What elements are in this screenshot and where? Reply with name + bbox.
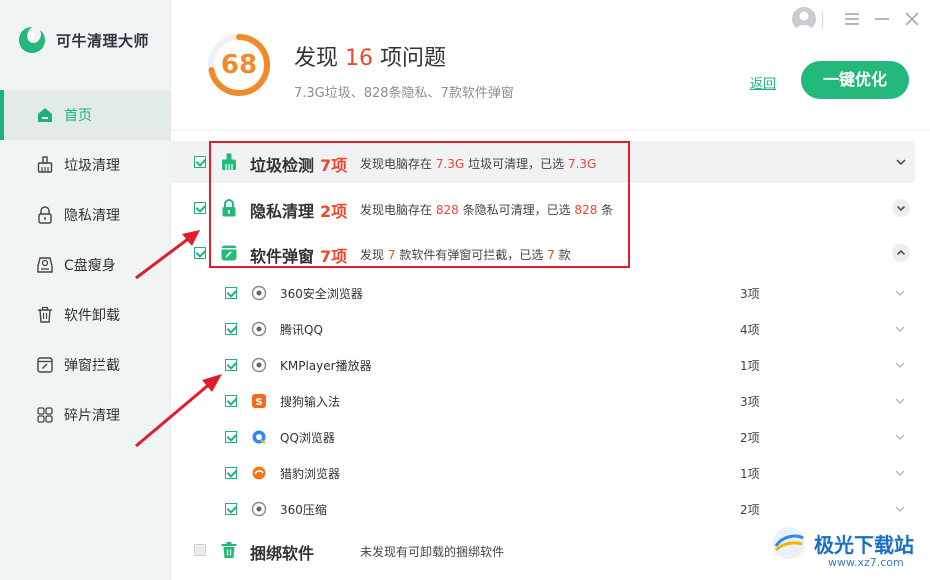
logo-icon bbox=[19, 27, 45, 53]
qq-icon bbox=[251, 321, 267, 337]
sidebar-item-label: 软件卸载 bbox=[64, 308, 120, 324]
software-name: 腾讯QQ bbox=[280, 323, 323, 337]
chevron-down-icon[interactable] bbox=[894, 288, 906, 298]
watermark-url: www.xz7.com bbox=[828, 556, 904, 569]
trash-icon bbox=[221, 542, 237, 558]
disk-icon bbox=[37, 257, 53, 273]
sidebar-item-junk-clean[interactable]: 垃圾清理 bbox=[0, 140, 170, 190]
software-name: KMPlayer播放器 bbox=[280, 359, 372, 373]
close-icon[interactable] bbox=[904, 11, 920, 27]
annotation-arrow-icon bbox=[135, 374, 222, 448]
software-checkbox[interactable] bbox=[225, 503, 237, 515]
title-suffix: 项问题 bbox=[380, 46, 447, 71]
category-checkbox[interactable] bbox=[194, 544, 206, 556]
chevron-down-icon[interactable] bbox=[894, 504, 906, 514]
sidebar: 可牛清理大师 首页 垃圾清理 隐私清理 C盘瘦身 软件卸载 弹窗拦截 碎片清理 bbox=[0, 0, 171, 580]
chevron-down-icon[interactable] bbox=[892, 199, 910, 217]
chevron-down-icon[interactable] bbox=[894, 432, 906, 442]
watermark-text: 极光下载站 bbox=[814, 532, 914, 557]
home-icon bbox=[38, 108, 52, 122]
app-logo: 可牛清理大师 bbox=[16, 24, 149, 56]
sidebar-item-uninstall[interactable]: 软件卸载 bbox=[0, 290, 170, 340]
software-row[interactable]: KMPlayer播放器 1项 bbox=[170, 347, 915, 383]
chevron-down-icon[interactable] bbox=[894, 360, 906, 370]
minimize-icon[interactable] bbox=[874, 12, 890, 26]
browser-360-icon bbox=[251, 285, 267, 301]
software-checkbox[interactable] bbox=[225, 287, 237, 299]
grid-icon bbox=[37, 407, 53, 423]
user-icon bbox=[795, 11, 813, 31]
menu-icon[interactable] bbox=[844, 12, 860, 26]
sidebar-item-label: 弹窗拦截 bbox=[64, 358, 120, 374]
software-count: 3项 bbox=[740, 395, 760, 409]
software-name: 360安全浏览器 bbox=[280, 287, 363, 301]
health-score: 68 bbox=[220, 50, 258, 80]
app-name: 可牛清理大师 bbox=[56, 31, 150, 50]
title-separator bbox=[822, 12, 823, 28]
title-prefix: 发现 bbox=[294, 46, 339, 71]
summary-subtitle: 7.3G垃圾、828条隐私、7款软件弹窗 bbox=[294, 86, 514, 101]
software-row[interactable]: 360压缩 2项 bbox=[170, 491, 915, 527]
software-count: 1项 bbox=[740, 359, 760, 373]
liebao-browser-icon bbox=[252, 466, 266, 480]
sidebar-item-label: 垃圾清理 bbox=[64, 158, 120, 174]
sidebar-item-label: 隐私清理 bbox=[64, 208, 120, 224]
software-name: 猎豹浏览器 bbox=[280, 467, 341, 481]
software-row[interactable]: QQ浏览器 2项 bbox=[170, 419, 915, 455]
software-row[interactable]: 360安全浏览器 3项 bbox=[170, 275, 915, 311]
software-checkbox[interactable] bbox=[225, 467, 237, 479]
svg-text:S: S bbox=[255, 397, 262, 408]
trash-icon bbox=[38, 306, 52, 323]
category-checkbox[interactable] bbox=[194, 156, 206, 168]
chevron-down-icon[interactable] bbox=[894, 396, 906, 406]
chevron-down-icon[interactable] bbox=[892, 153, 910, 171]
watermark-logo-icon bbox=[773, 527, 805, 559]
lock-icon bbox=[38, 206, 52, 224]
page-title: 发现 16 项问题 bbox=[294, 40, 446, 72]
software-checkbox[interactable] bbox=[225, 323, 237, 335]
chevron-down-icon[interactable] bbox=[894, 468, 906, 478]
chevron-down-icon[interactable] bbox=[894, 324, 906, 334]
software-name: 360压缩 bbox=[280, 503, 327, 517]
software-count: 2项 bbox=[740, 503, 760, 517]
software-row[interactable]: S 搜狗输入法 3项 bbox=[170, 383, 915, 419]
software-row[interactable]: 猎豹浏览器 1项 bbox=[170, 455, 915, 491]
sidebar-item-label: 碎片清理 bbox=[64, 408, 120, 424]
software-count: 1项 bbox=[740, 467, 760, 481]
issue-count: 16 bbox=[345, 46, 374, 71]
chevron-up-icon[interactable] bbox=[892, 244, 910, 262]
qq-browser-icon bbox=[252, 430, 266, 444]
software-name: 搜狗输入法 bbox=[280, 395, 341, 409]
one-click-optimize-button[interactable]: 一键优化 bbox=[801, 61, 909, 99]
software-count: 2项 bbox=[740, 431, 760, 445]
software-row[interactable]: 腾讯QQ 4项 bbox=[170, 311, 915, 347]
sidebar-item-home[interactable]: 首页 bbox=[0, 90, 170, 140]
software-count: 4项 bbox=[740, 323, 760, 337]
annotation-highlight-box bbox=[209, 141, 630, 268]
category-title: 捆绑软件 bbox=[250, 544, 315, 563]
back-link[interactable]: 返回 bbox=[750, 73, 776, 92]
annotation-arrow-icon bbox=[135, 230, 200, 280]
software-count: 3项 bbox=[740, 287, 760, 301]
category-desc: 未发现有可卸载的捆绑软件 bbox=[360, 545, 505, 559]
software-name: QQ浏览器 bbox=[280, 431, 335, 445]
popup-icon bbox=[37, 357, 53, 373]
sidebar-item-label: 首页 bbox=[64, 108, 92, 124]
sogou-input-icon: S bbox=[252, 394, 266, 408]
user-avatar[interactable] bbox=[792, 7, 816, 31]
summary-header: 68 发现 16 项问题 7.3G垃圾、828条隐私、7款软件弹窗 返回 一键优… bbox=[170, 0, 930, 130]
category-checkbox[interactable] bbox=[194, 202, 206, 214]
kmplayer-icon bbox=[251, 357, 267, 373]
sidebar-item-label: C盘瘦身 bbox=[64, 258, 116, 274]
broom-icon bbox=[37, 156, 53, 173]
zip-360-icon bbox=[251, 501, 267, 517]
